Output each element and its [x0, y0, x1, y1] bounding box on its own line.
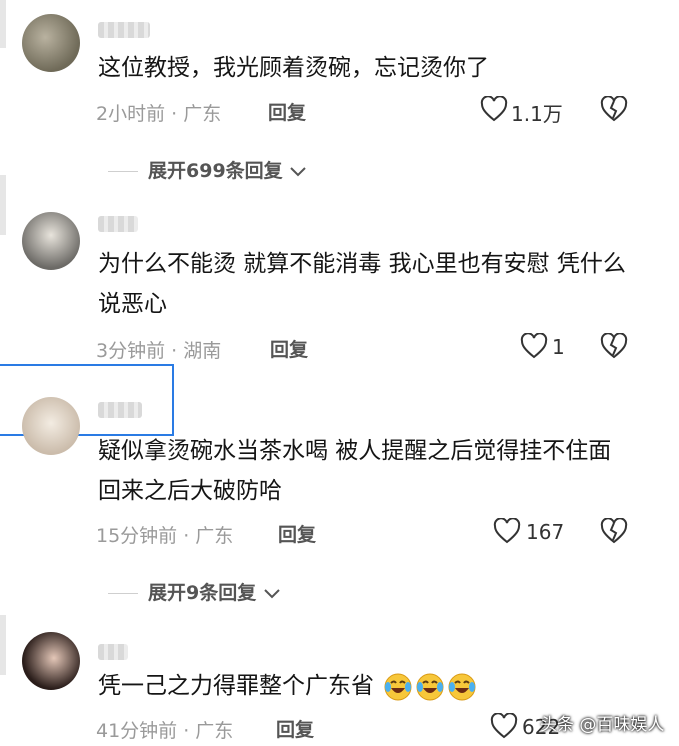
username-blurred[interactable] [98, 644, 128, 660]
heart-icon[interactable] [480, 96, 508, 122]
expand-label: 展开699条回复 [148, 160, 283, 182]
avatar[interactable] [22, 397, 80, 455]
reply-button[interactable]: 回复 [270, 335, 308, 362]
expand-label: 展开9条回复 [148, 582, 257, 604]
avatar[interactable] [22, 212, 80, 270]
avatar[interactable] [22, 632, 80, 690]
like-count: 167 [526, 520, 565, 544]
edge-mark [0, 615, 6, 675]
heart-icon[interactable] [520, 333, 548, 359]
crying-laughing-emoji-icon [448, 673, 476, 700]
comment-meta: 3分钟前 · 湖南 [96, 340, 222, 362]
chevron-down-icon [290, 166, 307, 176]
reply-button[interactable]: 回复 [268, 98, 306, 125]
username-blurred[interactable] [98, 216, 138, 232]
comment-text: 疑似拿烫碗水当茶水喝 被人提醒之后觉得挂不住面 回来之后大破防哈 [98, 438, 612, 504]
edge-mark [0, 0, 6, 48]
crying-laughing-emoji-icon [384, 673, 412, 700]
like-count: 1 [552, 335, 565, 359]
avatar[interactable] [22, 14, 80, 72]
expand-replies[interactable]: 展开9条回复 [108, 578, 281, 605]
comment-text: 这位教授，我光顾着烫碗，忘记烫你了 [98, 55, 489, 81]
expand-replies[interactable]: 展开699条回复 [108, 156, 307, 183]
broken-heart-icon[interactable] [600, 96, 628, 122]
heart-icon[interactable] [490, 713, 518, 739]
heart-icon[interactable] [493, 518, 521, 544]
crying-laughing-emoji-icon [416, 673, 444, 700]
broken-heart-icon[interactable] [600, 333, 628, 359]
reply-button[interactable]: 回复 [276, 715, 314, 742]
like-count: 1.1万 [511, 102, 563, 126]
broken-heart-icon[interactable] [600, 518, 628, 544]
comment-meta: 15分钟前 · 广东 [96, 525, 234, 547]
chevron-down-icon [264, 588, 280, 598]
username-blurred[interactable] [98, 402, 142, 418]
divider [108, 171, 138, 172]
comment-text: 凭一己之力得罪整个广东省 [98, 666, 638, 706]
divider [108, 593, 138, 594]
comment-meta: 41分钟前 · 广东 [96, 720, 234, 742]
edge-mark [0, 175, 6, 235]
comment-text-content: 凭一己之力得罪整个广东省 [98, 673, 374, 699]
watermark: 头条 @百味娱人 [540, 715, 665, 735]
comment-text: 为什么不能烫 就算不能消毒 我心里也有安慰 凭什么说恶心 [98, 251, 626, 317]
reply-button[interactable]: 回复 [278, 520, 316, 547]
comment-meta: 2小时前 · 广东 [96, 103, 222, 125]
username-blurred[interactable] [98, 22, 150, 38]
